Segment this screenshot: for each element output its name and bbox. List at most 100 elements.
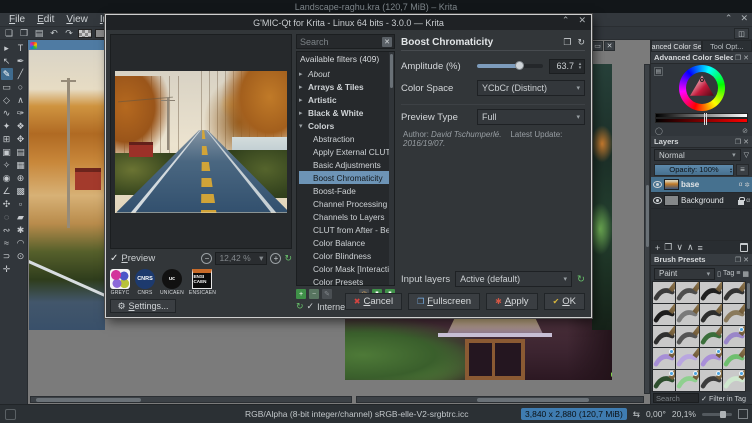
strip-handle[interactable]	[703, 113, 707, 125]
close-docker-icon[interactable]: ✕	[743, 138, 749, 146]
list-view-icon[interactable]: ≡	[736, 270, 740, 277]
alpha-lock-icon[interactable]: α	[746, 197, 750, 204]
selection-indicator-icon[interactable]	[5, 408, 16, 420]
spin-down-icon[interactable]: ▾	[579, 66, 582, 71]
canvas-only-icon[interactable]	[738, 409, 748, 419]
tool-rectangle-icon[interactable]: ▭	[1, 81, 13, 93]
update-filters-icon[interactable]: ↻	[296, 301, 304, 312]
zoom-in-icon[interactable]: +	[270, 252, 282, 264]
subwindow-close-icon[interactable]: ✕	[604, 41, 615, 51]
brush-preset[interactable]	[699, 282, 722, 303]
caret-right-icon[interactable]: ▸	[299, 83, 308, 91]
tool-fill-icon[interactable]: ◉	[1, 172, 13, 184]
tool-pattern-edit-icon[interactable]: ▦	[15, 159, 27, 171]
amplitude-spinbox[interactable]: 63.7 ▴ ▾	[549, 58, 585, 74]
tool-zoom-icon[interactable]: ⊙	[15, 250, 27, 262]
canvas-landscape[interactable]	[29, 50, 105, 330]
workspace-chooser-icon[interactable]: ◫	[734, 28, 749, 39]
brush-preset[interactable]	[699, 304, 722, 325]
filter-list-scrollbar[interactable]	[389, 52, 394, 285]
tool-pan-icon[interactable]: ✛	[1, 263, 13, 275]
dialog-collapse-icon[interactable]: ⌃	[562, 15, 570, 26]
hscrollbar-bottom-canvas[interactable]	[356, 396, 644, 403]
dialog-close-icon[interactable]: ✕	[578, 15, 586, 26]
filter-item-about[interactable]: ▸ About	[299, 67, 394, 80]
brush-preset[interactable]	[653, 304, 676, 325]
brush-preset[interactable]	[699, 348, 722, 369]
tool-freehand-select-icon[interactable]: ∾	[1, 224, 13, 236]
tool-calligraphy-icon[interactable]: ✒	[15, 55, 27, 67]
remove-favorite-icon[interactable]: −	[309, 289, 319, 299]
gradient-chooser[interactable]	[78, 28, 92, 38]
layer-properties-icon[interactable]: ≡	[698, 243, 703, 253]
caret-right-icon[interactable]: ▸	[299, 109, 308, 117]
zoom-percent[interactable]: 20,1%	[672, 409, 696, 419]
tool-contiguous-select-icon[interactable]: ✱	[15, 224, 27, 236]
brush-preset[interactable]	[722, 304, 745, 325]
duplicate-layer-icon[interactable]: ❐	[664, 242, 672, 253]
add-favorite-icon[interactable]: +	[296, 289, 306, 299]
color-history-icon[interactable]: ◯	[655, 127, 663, 135]
tool-polygon-select-icon[interactable]: ▰	[15, 211, 27, 223]
image-dimensions-badge[interactable]: 3,840 x 2,880 (120,7 MiB)	[521, 408, 627, 420]
tool-edit-shapes-icon[interactable]: ↖	[1, 55, 13, 67]
shade-strips[interactable]	[651, 112, 752, 126]
layer-thumbnail[interactable]	[664, 179, 679, 190]
rename-favorite-icon[interactable]: ✎	[322, 289, 332, 299]
close-icon[interactable]: ✕	[740, 13, 748, 24]
tool-freehand-path-icon[interactable]: ✑	[15, 107, 27, 119]
brush-preset[interactable]	[653, 348, 676, 369]
color-space-select[interactable]: YCbCr (Distinct) ▾	[477, 80, 585, 96]
move-layer-down-icon[interactable]: ∨	[676, 242, 683, 253]
filter-item-color-blindness[interactable]: Color Blindness	[299, 249, 394, 262]
tool-select-shapes-icon[interactable]: ▸	[1, 42, 13, 54]
brush-preset[interactable]	[699, 370, 722, 391]
reset-parameters-icon[interactable]: ↻	[577, 37, 585, 48]
filter-item-basic-adjustments[interactable]: Basic Adjustments	[299, 158, 394, 171]
tool-bezier-select-icon[interactable]: ◠	[15, 237, 27, 249]
menu-view[interactable]: View	[60, 14, 94, 25]
tool-bezier-curve-icon[interactable]: ∿	[1, 107, 13, 119]
reset-zoom-icon[interactable]: ↻	[284, 253, 292, 264]
tool-gradient-icon[interactable]: ▤	[15, 146, 27, 158]
tool-polyline-icon[interactable]: ∧	[15, 94, 27, 106]
filter-item-channel-processing[interactable]: Channel Processing	[299, 197, 394, 210]
caret-down-icon[interactable]: ▾	[299, 122, 308, 130]
tab-tool-options[interactable]: Tool Opt...	[701, 40, 752, 52]
layer-row-base[interactable]: base α ✲	[651, 177, 752, 193]
filter-item-channels-to-layers[interactable]: Channels to Layers	[299, 210, 394, 223]
save-document-icon[interactable]: ▤	[33, 28, 45, 39]
preset-filter-select[interactable]: Paint ▾	[654, 267, 716, 280]
gmic-dialog-titlebar[interactable]: G'MIC-Qt for Krita - Linux 64 bits - 3.0…	[106, 15, 591, 30]
brush-preset[interactable]	[653, 370, 676, 391]
delete-layer-icon[interactable]	[740, 243, 748, 252]
tool-polygon-icon[interactable]: ◇	[1, 94, 13, 106]
layer-row-background[interactable]: Background α	[651, 193, 752, 209]
brush-preset[interactable]	[676, 282, 699, 303]
layer-settings-icon[interactable]: ✲	[745, 181, 750, 189]
filter-item-boost-fade[interactable]: Boost-Fade	[299, 184, 394, 197]
add-layer-icon[interactable]: +	[655, 243, 660, 253]
tool-dynamic-brush-icon[interactable]: ✦	[1, 120, 13, 132]
cancel-button[interactable]: ✖ Cancel	[344, 292, 403, 310]
brush-preset[interactable]	[722, 282, 745, 303]
settings-button[interactable]: ⚙ Settings...	[110, 299, 176, 313]
close-docker-icon[interactable]: ✕	[743, 256, 749, 264]
new-document-icon[interactable]: ❏	[3, 28, 15, 39]
open-document-icon[interactable]: ❒	[18, 28, 30, 39]
tool-ellipse-icon[interactable]: ○	[15, 81, 27, 93]
tool-text-icon[interactable]: T	[15, 42, 27, 54]
internet-checkbox[interactable]: ✓	[307, 301, 315, 312]
undo-icon[interactable]: ↶	[48, 28, 60, 39]
float-docker-icon[interactable]: ❐	[735, 138, 741, 146]
brush-preset[interactable]	[653, 282, 676, 303]
filter-item-arrays-tiles[interactable]: ▸ Arrays & Tiles	[299, 80, 394, 93]
caret-right-icon[interactable]: ▸	[299, 70, 308, 78]
filter-search-input[interactable]	[297, 36, 382, 47]
copy-command-icon[interactable]: ❐	[563, 37, 571, 48]
subwindow-titlebar[interactable]	[28, 40, 106, 50]
tool-measure-icon[interactable]: ∠	[1, 185, 13, 197]
brush-preset[interactable]	[676, 304, 699, 325]
refresh-layers-icon[interactable]: ↻	[577, 274, 585, 285]
tool-crop-icon[interactable]: ▣	[1, 146, 13, 158]
